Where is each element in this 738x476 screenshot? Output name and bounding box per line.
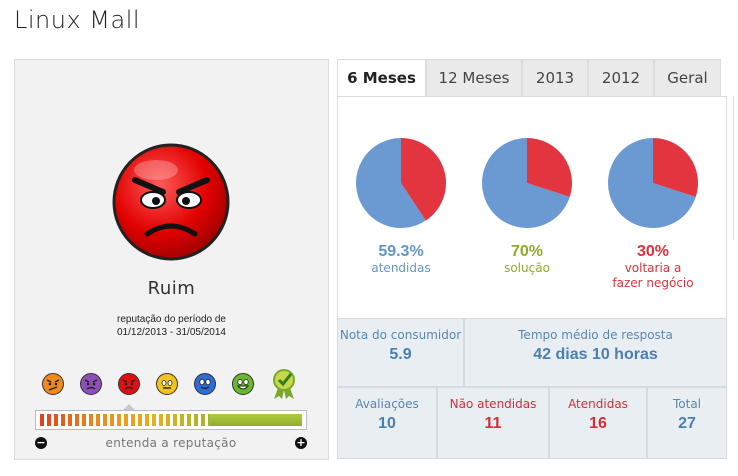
total-value: 27 (678, 415, 696, 432)
period-range: 01/12/2013 - 31/05/2014 (117, 327, 226, 338)
bar-tick (103, 414, 107, 426)
voltaria-label-line2: fazer negócio (612, 276, 694, 290)
nao-atendidas-cell: Não atendidas 11 (437, 387, 549, 459)
avaliacoes-cell: Avaliações 10 (337, 387, 437, 459)
reputation-bar-ticks (40, 414, 212, 426)
bar-tick (117, 414, 121, 426)
bar-tick (187, 414, 191, 426)
period-caption: reputação do período de (117, 314, 226, 325)
reputation-bar-footer: − entenda a reputação + (35, 434, 307, 452)
tab-2013[interactable]: 2013 (522, 59, 588, 97)
panel-edge (733, 96, 738, 240)
store-title: Linux Mall (14, 6, 141, 34)
tempo-value: 42 dias 10 horas (533, 346, 658, 363)
bar-tick (166, 414, 170, 426)
neutral-face-icon (156, 373, 178, 395)
understand-reputation-link[interactable]: entenda a reputação (35, 436, 307, 450)
period-tabs: 6 Meses 12 Meses 2013 2012 Geral (337, 59, 738, 98)
bar-tick (145, 414, 149, 426)
reputation-label: Ruim (147, 278, 196, 299)
bar-tick (159, 414, 163, 426)
bar-tick (54, 414, 58, 426)
avaliacoes-value: 10 (378, 415, 396, 432)
bar-tick (110, 414, 114, 426)
reputation-scale (41, 369, 303, 404)
atendidas-pie (356, 138, 446, 228)
bar-tick (180, 414, 184, 426)
bar-tick (173, 414, 177, 426)
angry-face-icon (111, 142, 231, 262)
reputation-bar (35, 410, 307, 430)
bar-tick (131, 414, 135, 426)
atendidas-label: atendidas (371, 261, 431, 275)
nao-atendidas-label: Não atendidas (449, 397, 537, 411)
nota-label: Nota do consumidor (339, 328, 462, 342)
plus-icon[interactable]: + (295, 437, 307, 449)
nao-atendidas-value: 11 (484, 415, 502, 432)
atendidas-count-label: Atendidas (568, 397, 628, 411)
reputation-bar-green (210, 414, 302, 426)
bar-tick (75, 414, 79, 426)
tempo-resposta-cell: Tempo médio de resposta 42 dias 10 horas (464, 318, 727, 387)
nota-value: 5.9 (389, 346, 412, 363)
tab-geral[interactable]: Geral (654, 59, 721, 97)
tab-12-meses[interactable]: 12 Meses (426, 59, 522, 97)
bar-tick (194, 414, 198, 426)
avaliacoes-label: Avaliações (355, 397, 419, 411)
bar-tick (124, 414, 128, 426)
good-face-icon (194, 373, 216, 395)
bar-tick (138, 414, 142, 426)
bar-tick (201, 414, 205, 426)
bar-tick (89, 414, 93, 426)
tab-2012[interactable]: 2012 (588, 59, 654, 97)
bar-tick (40, 414, 44, 426)
voltaria-label-line1: voltaria a (624, 261, 682, 275)
bar-tick (47, 414, 51, 426)
atendidas-count-value: 16 (589, 415, 607, 432)
atendidas-cell: Atendidas 16 (549, 387, 647, 459)
solucao-metric: 70% solução (472, 137, 582, 276)
award-badge-icon (273, 369, 295, 399)
stats-grid: Nota do consumidor 5.9 Tempo médio de re… (337, 318, 727, 459)
voltaria-metric: 30% voltaria a fazer negócio (598, 137, 708, 291)
metrics-charts: 59.3% atendidas 70% solução 30% voltaria… (337, 96, 727, 319)
reputation-period: reputação do período de 01/12/2013 - 31/… (15, 313, 328, 339)
bar-tick (152, 414, 156, 426)
voltaria-percent: 30% (636, 243, 670, 260)
reputation-panel: Ruim reputação do período de 01/12/2013 … (14, 59, 329, 460)
solucao-percent: 70% (510, 243, 544, 260)
total-label: Total (672, 397, 702, 411)
nota-consumidor-cell: Nota do consumidor 5.9 (337, 318, 464, 387)
bar-tick (68, 414, 72, 426)
bad-face-icon (80, 373, 102, 395)
total-cell: Total 27 (647, 387, 727, 459)
tempo-label: Tempo médio de resposta (518, 328, 673, 342)
bar-tick (82, 414, 86, 426)
tab-6-meses[interactable]: 6 Meses (337, 59, 426, 98)
voltaria-pie (608, 138, 698, 228)
great-face-icon (232, 373, 254, 395)
solucao-label: solução (504, 261, 550, 275)
bar-tick (96, 414, 100, 426)
solucao-pie (482, 138, 572, 228)
angry-face-icon (118, 373, 140, 395)
atendidas-percent: 59.3% (378, 243, 424, 260)
atendidas-metric: 59.3% atendidas (346, 137, 456, 276)
terrible-face-icon (42, 373, 64, 395)
bar-tick (61, 414, 65, 426)
